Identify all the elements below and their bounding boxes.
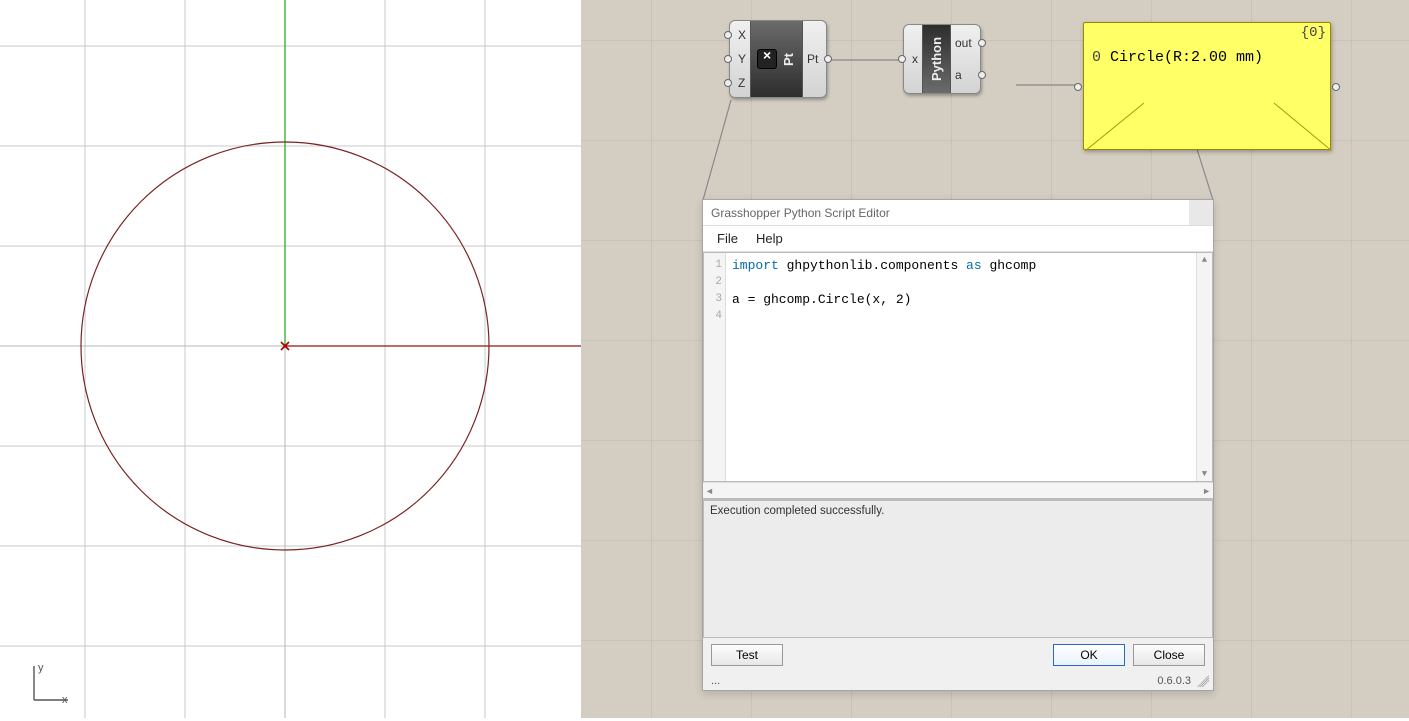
scroll-up-icon[interactable]: ▲ [1202, 255, 1207, 265]
python-script-editor[interactable]: Grasshopper Python Script Editor File He… [702, 199, 1214, 691]
point-icon [757, 49, 777, 69]
python-input-x[interactable]: x [908, 48, 918, 70]
input-port-z[interactable]: Z [734, 72, 746, 94]
editor-title: Grasshopper Python Script Editor [711, 206, 890, 220]
panel-input-grip[interactable] [1074, 83, 1082, 91]
panel-row-index: 0 [1092, 49, 1110, 66]
axis-x-label: x [62, 694, 68, 706]
close-button[interactable]: Close [1133, 644, 1205, 666]
editor-button-bar: Test OK Close [703, 638, 1213, 672]
status-pane: Execution completed successfully. [703, 498, 1213, 638]
python-output-a[interactable]: a [955, 64, 976, 86]
input-port-x[interactable]: X [734, 24, 746, 46]
ok-button[interactable]: OK [1053, 644, 1125, 666]
panel-body: 0 Circle(R:2.00 mm) [1084, 23, 1330, 74]
node-core-python: Python [922, 25, 951, 93]
test-button[interactable]: Test [711, 644, 783, 666]
scroll-right-icon[interactable]: ► [1202, 486, 1211, 496]
menu-file[interactable]: File [717, 231, 738, 246]
input-port-y[interactable]: Y [734, 48, 746, 70]
horizontal-scrollbar[interactable]: ◄ ► [703, 482, 1213, 498]
code-lines[interactable]: import ghpythonlib.components as ghcomp … [726, 253, 1196, 481]
node-panel[interactable]: {0} 0 Circle(R:2.00 mm) [1083, 22, 1331, 150]
version-label: 0.6.0.3 [1157, 675, 1191, 687]
vertical-scrollbar[interactable]: ▲ ▼ [1196, 253, 1212, 481]
node-construct-point[interactable]: X Y Z Pt Pt [729, 20, 827, 98]
code-editor[interactable]: 1 2 3 4 import ghpythonlib.components as… [703, 252, 1213, 482]
panel-branch-header: {0} [1301, 25, 1326, 41]
status-text: Execution completed successfully. [710, 505, 884, 517]
node-python-script[interactable]: x Python out a [903, 24, 981, 94]
editor-menubar: File Help [703, 226, 1213, 252]
editor-footer: ... 0.6.0.3 [703, 672, 1213, 690]
editor-titlebar[interactable]: Grasshopper Python Script Editor [703, 200, 1213, 226]
panel-output-grip[interactable] [1332, 83, 1340, 91]
line-number-gutter: 1 2 3 4 [704, 253, 726, 481]
output-port-pt[interactable]: Pt [807, 48, 822, 70]
footer-left: ... [711, 675, 720, 687]
axis-y-label: y [38, 662, 44, 674]
node-core-point: Pt [750, 21, 803, 97]
viewport-svg [0, 0, 581, 718]
panel-row-value: Circle(R:2.00 mm) [1110, 49, 1263, 66]
scroll-left-icon[interactable]: ◄ [705, 486, 714, 496]
rhino-viewport[interactable]: y x [0, 0, 581, 718]
scroll-down-icon[interactable]: ▼ [1202, 469, 1207, 479]
python-output-out[interactable]: out [955, 32, 976, 54]
titlebar-close-button[interactable] [1189, 200, 1213, 225]
menu-help[interactable]: Help [756, 231, 783, 246]
resize-grip-icon[interactable] [1197, 675, 1209, 687]
